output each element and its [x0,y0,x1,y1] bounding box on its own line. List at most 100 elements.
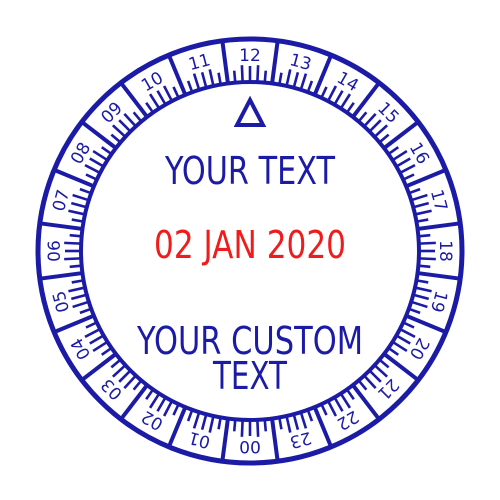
minute-tick [79,187,92,195]
minute-tick [69,233,82,238]
minute-tick [410,300,428,309]
minute-tick [333,90,344,106]
minute-tick [418,233,431,238]
minute-tick [89,334,105,345]
minute-tick [132,379,143,391]
minute-tick [186,409,194,422]
minute-tick [118,369,132,383]
minute-tick [200,71,208,89]
segment-divider [167,54,188,96]
hour-label: 10 [138,68,167,96]
minute-tick [378,358,390,369]
hour-label: 06 [45,240,65,262]
segment-divider [39,271,83,281]
minute-tick [395,157,411,168]
minute-tick [100,146,113,156]
minute-tick [418,264,431,269]
segment-divider [405,313,447,334]
segment-divider [270,418,280,462]
minute-tick [232,70,237,83]
minute-tick [357,111,368,123]
segment-divider [39,221,83,231]
segment-divider [405,168,447,189]
minute-tick [326,85,338,102]
minute-tick [70,293,88,301]
date-stamp: 000102030405060708091011 12 13141516171819… [35,36,465,466]
minute-tick [186,80,194,93]
minute-tick [320,86,328,99]
minute-tick [162,400,174,417]
minute-tick [232,419,237,432]
hour-label: 17 [426,187,451,213]
minute-tick [256,65,260,83]
minute-tick [123,112,137,128]
segment-divider [417,271,461,281]
minute-tick [299,73,308,91]
minute-tick [345,388,355,401]
minute-tick [70,201,88,209]
minute-tick [156,90,167,106]
hour-label: 20 [405,334,433,363]
minute-tick [418,241,436,245]
minute-tick [391,149,408,162]
minute-tick [200,413,208,431]
minute-tick [418,257,436,261]
date-text: 02 JAN 2020 [154,223,346,267]
minute-tick [111,364,127,378]
minute-tick [402,173,415,181]
hour-label: 11 [186,50,212,75]
hour-label: 18 [435,240,455,262]
minute-tick [395,334,411,345]
minute-tick [208,415,215,433]
hour-label: 04 [67,334,95,363]
minute-tick [69,264,82,269]
minute-tick [278,417,283,430]
minute-tick [285,69,292,87]
hour-label: 00 [239,436,261,456]
minute-tick [85,173,98,181]
minute-tick [408,307,421,315]
minute-tick [85,321,98,329]
minute-tick [306,80,314,93]
minute-tick [292,71,300,89]
minute-tick [217,417,222,430]
minute-tick [145,101,155,114]
minute-tick [387,146,400,156]
minute-tick [148,392,161,409]
minute-tick [172,86,180,99]
hour-label: 22 [333,406,362,434]
segment-divider [53,168,95,189]
minute-tick [148,93,161,110]
minute-tick [208,69,215,87]
minute-tick [123,374,137,390]
minute-tick [333,396,344,412]
top-text: YOUR TEXT [164,149,335,193]
minute-tick [89,157,105,168]
minute-tick [118,119,132,133]
minute-tick [100,346,113,356]
segment-divider [270,40,280,84]
minute-tick [387,346,400,356]
minute-tick [299,411,308,429]
minute-tick [132,111,143,123]
segment-divider [417,221,461,231]
minute-tick [378,133,390,144]
minute-tick [92,340,109,353]
minute-tick [416,279,429,284]
minute-tick [110,358,122,369]
minute-tick [399,163,416,175]
segment-divider [312,406,333,448]
minute-tick [263,419,268,432]
minute-tick [68,286,86,293]
minute-tick [79,307,92,315]
minute-tick [92,149,109,162]
minute-tick [368,369,382,383]
minute-tick [192,411,201,429]
minute-tick [156,396,167,412]
minute-tick [345,101,355,114]
hour-label: 08 [67,139,95,168]
minute-tick [320,403,328,416]
segment-divider [312,54,333,96]
minute-tick [339,392,352,409]
minute-tick [256,419,260,437]
